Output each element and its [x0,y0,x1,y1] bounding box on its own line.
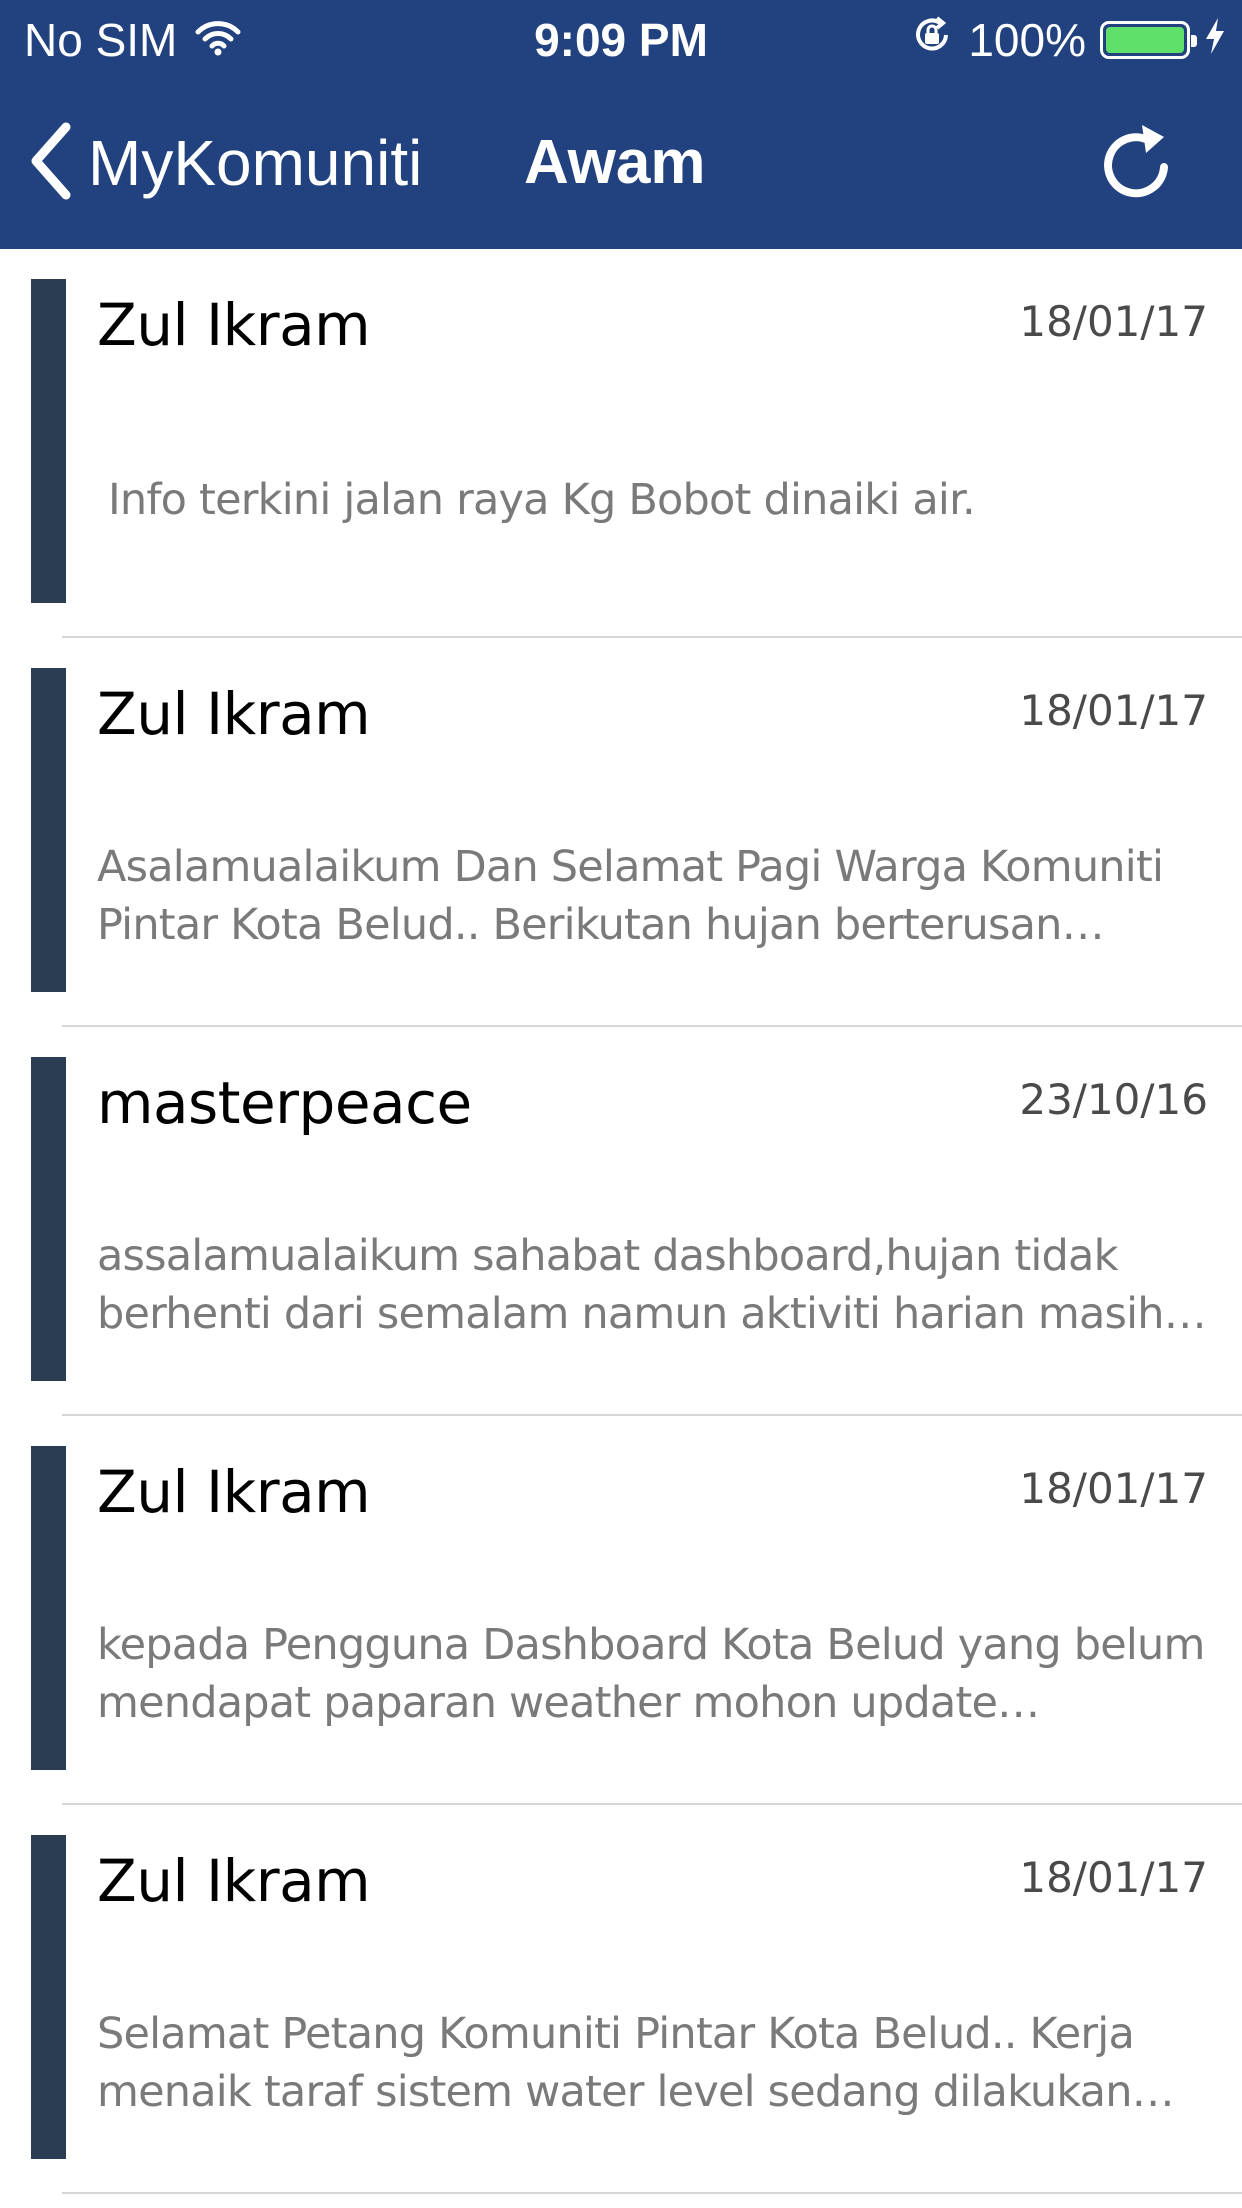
list-item[interactable]: Zul Ikram 18/01/17 Info terkini jalan ra… [0,249,1242,638]
charging-icon [1204,13,1226,67]
list-item[interactable]: Zul Ikram 18/01/17 Selamat Petang Komuni… [0,1805,1242,2194]
accent-bar [31,1446,66,1770]
post-date: 23/10/16 [1019,1075,1208,1124]
back-button[interactable]: MyKomuniti [28,118,422,208]
page-title: Awam [524,128,706,197]
list-item[interactable]: masterpeace 23/10/16 assalamualaikum sah… [0,1027,1242,1416]
orientation-lock-icon [910,13,954,68]
navigation-bar: MyKomuniti Awam [0,100,1242,230]
post-author: Zul Ikram [97,1458,371,1526]
accent-bar [31,1835,66,2159]
post-message: assalamualaikum sahabat dashboard,hujan … [97,1231,1165,1339]
app-header: No SIM 9:09 PM 100% MyKomuniti Awam [0,0,1242,249]
post-author: masterpeace [97,1069,472,1137]
status-right: 100% [910,14,1226,66]
post-date: 18/01/17 [1019,1853,1208,1902]
battery-icon [1100,21,1197,59]
refresh-icon [1098,117,1178,208]
post-message: Selamat Petang Komuniti Pintar Kota Belu… [97,2009,1135,2117]
back-label: MyKomuniti [88,127,423,199]
post-message: kepada Pengguna Dashboard Kota Belud yan… [97,1620,1205,1728]
status-bar: No SIM 9:09 PM 100% [0,0,1242,80]
refresh-button[interactable] [1090,114,1186,210]
divider [62,2192,1242,2194]
post-date: 18/01/17 [1019,297,1208,346]
post-author: Zul Ikram [97,680,371,748]
battery-percent: 100% [968,14,1086,66]
post-list: Zul Ikram 18/01/17 Info terkini jalan ra… [0,249,1242,2194]
post-date: 18/01/17 [1019,686,1208,735]
post-author: Zul Ikram [97,1847,371,1915]
accent-bar [31,668,66,992]
chevron-left-icon [28,121,74,206]
post-author: Zul Ikram [97,291,371,359]
post-message: Info terkini jalan raya Kg Bobot dinaiki… [108,475,976,525]
post-message: Asalamualaikum Dan Selamat Pagi Warga Ko… [97,842,1164,950]
list-item[interactable]: Zul Ikram 18/01/17 kepada Pengguna Dashb… [0,1416,1242,1805]
accent-bar [31,279,66,603]
list-item[interactable]: Zul Ikram 18/01/17 Asalamualaikum Dan Se… [0,638,1242,1027]
accent-bar [31,1057,66,1381]
post-date: 18/01/17 [1019,1464,1208,1513]
